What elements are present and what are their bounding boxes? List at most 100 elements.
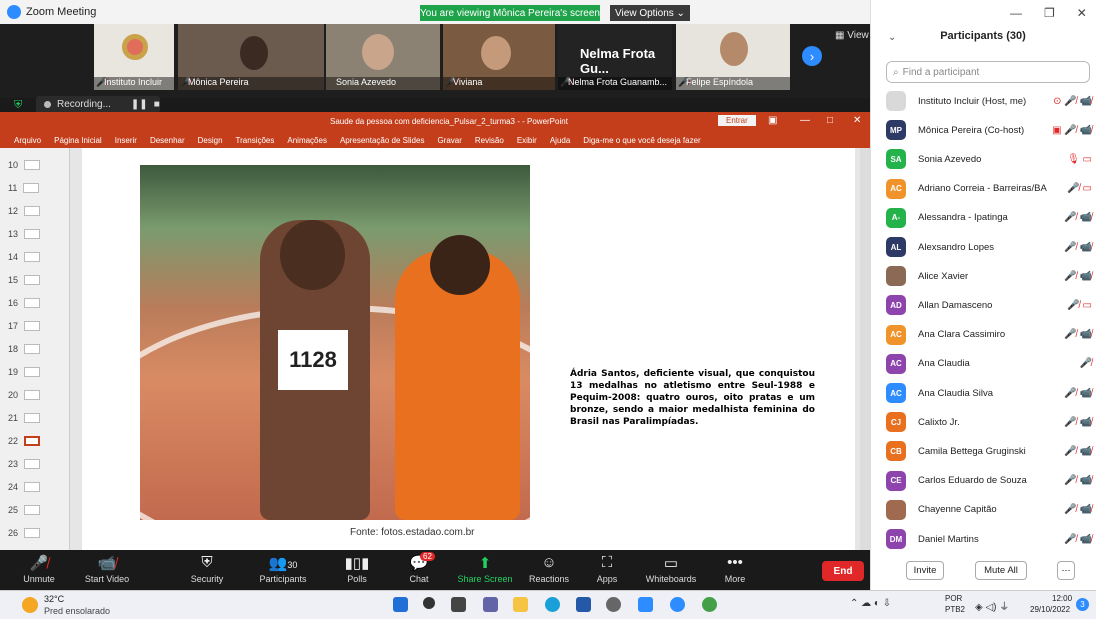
ribbon-tab[interactable]: Revisão xyxy=(475,136,504,145)
slide-thumbnail[interactable]: 14 xyxy=(8,248,64,266)
ppt-minimize-icon[interactable]: — xyxy=(800,115,810,126)
whiteboards-button[interactable]: ▭ Whiteboards xyxy=(636,554,706,584)
video-tile[interactable]: 🎤̸ Viviana xyxy=(443,24,555,90)
slide-thumbnail[interactable]: 10 xyxy=(8,156,64,174)
more-options-icon[interactable]: ⋯ xyxy=(1057,561,1075,580)
slide-thumbnail[interactable]: 19 xyxy=(8,363,64,381)
slide-thumbnail[interactable]: 20 xyxy=(8,386,64,404)
slide-thumbnail[interactable]: 17 xyxy=(8,317,64,335)
participants-button[interactable]: 👥30 Participants xyxy=(248,554,318,584)
vertical-scrollbar[interactable] xyxy=(860,148,870,550)
next-page-icon[interactable]: › xyxy=(802,46,822,66)
participant-row[interactable]: CJ Calixto Jr. 🎤̸ 📹̸ xyxy=(886,409,1092,435)
slide-thumbnail[interactable]: 18 xyxy=(8,340,64,358)
ribbon-tab[interactable]: Exibir xyxy=(517,136,537,145)
network-volume-icons[interactable]: ◈ ◁) ⏚ xyxy=(975,598,1009,613)
participant-row[interactable]: Instituto Incluir (Host, me) ⊙ 🎤̸ 📹̸ xyxy=(886,88,1092,114)
start-icon[interactable] xyxy=(393,597,408,612)
slide-thumbnail[interactable]: 26 xyxy=(8,524,64,542)
ribbon-tab[interactable]: Ajuda xyxy=(550,136,570,145)
ppt-maximize-icon[interactable]: □ xyxy=(827,115,833,126)
invite-button[interactable]: Invite xyxy=(906,561,944,580)
slide-thumbnail[interactable]: 16 xyxy=(8,294,64,312)
slide-thumbnails[interactable]: 10 11 12 13 14 15 16 17 18 19 20 21 22 23 24 25 26 xyxy=(0,148,70,550)
system-tray-icons[interactable]: ⌃ ☁ ◐ ⇩ xyxy=(850,598,891,609)
share-screen-button[interactable]: ⬆ Share Screen xyxy=(450,554,520,584)
slide-thumbnail[interactable]: 12 xyxy=(8,202,64,220)
participant-row[interactable]: CB Camila Bettega Gruginski 🎤̸ 📹̸ xyxy=(886,438,1092,464)
participant-row[interactable]: AC Ana Claudia 🎤̸ xyxy=(886,351,1092,377)
keyboard-layout[interactable]: PTB2 xyxy=(945,605,965,614)
participant-row[interactable]: CE Carlos Eduardo de Souza 🎤̸ 📹̸ xyxy=(886,468,1092,494)
ribbon-tab[interactable]: Inserir xyxy=(115,136,137,145)
video-tile[interactable]: 🎤̸ Instituto Incluir xyxy=(94,24,174,90)
video-tile[interactable]: Sonia Azevedo xyxy=(326,24,440,90)
chrome-icon[interactable] xyxy=(702,597,717,612)
ppt-close-icon[interactable]: ✕ xyxy=(853,115,861,126)
file-explorer-icon[interactable] xyxy=(513,597,528,612)
ribbon-tab[interactable]: Diga-me o que você deseja fazer xyxy=(583,136,700,145)
slide-thumbnail[interactable]: 13 xyxy=(8,225,64,243)
ribbon-tab[interactable]: Gravar xyxy=(437,136,461,145)
end-meeting-button[interactable]: End xyxy=(822,561,864,581)
slide-thumbnail[interactable]: 24 xyxy=(8,478,64,496)
mute-all-button[interactable]: Mute All xyxy=(975,561,1027,580)
slide-thumbnail[interactable]: 11 xyxy=(8,179,64,197)
ribbon-tab[interactable]: Página Inicial xyxy=(54,136,102,145)
chat-button[interactable]: 💬 Chat xyxy=(384,554,454,584)
participant-row[interactable]: Chayenne Capitão 🎤̸ 📹̸ xyxy=(886,497,1092,523)
ppt-signin-button[interactable]: Entrar xyxy=(718,115,756,126)
participant-row[interactable]: AC Ana Claudia Silva 🎤̸ 📹̸ xyxy=(886,380,1092,406)
ribbon-tab[interactable]: Animações xyxy=(287,136,327,145)
participant-row[interactable]: A- Alessandra - Ipatinga 🎤̸ 📹̸ xyxy=(886,205,1092,231)
participant-row[interactable]: DM Daniel Martins 🎤̸ 📹̸ xyxy=(886,526,1092,552)
minimize-icon[interactable]: — xyxy=(1010,6,1022,20)
ribbon-tab[interactable]: Apresentação de Slides xyxy=(340,136,425,145)
sun-icon[interactable] xyxy=(22,597,38,613)
close-icon[interactable]: ✕ xyxy=(1077,6,1087,20)
video-tile[interactable]: Nelma Frota Gu... 🎤̸ Nelma Frota Guanamb… xyxy=(558,24,672,90)
clock-date[interactable]: 29/10/2022 xyxy=(1030,605,1070,614)
video-tile[interactable]: 🎤̸ Mônica Pereira xyxy=(178,24,324,90)
slide-thumbnail[interactable]: 15 xyxy=(8,271,64,289)
ribbon-tab[interactable]: Design xyxy=(198,136,223,145)
participant-row[interactable]: SA Sonia Azevedo 🎙 ▭ xyxy=(886,146,1092,172)
search-input[interactable]: ⌕ Find a participant xyxy=(886,61,1090,83)
edge-icon[interactable] xyxy=(545,597,560,612)
pause-recording-icon[interactable]: ❚❚ xyxy=(131,99,148,110)
participant-row[interactable]: AC Adriano Correia - Barreiras/BA 🎤̸ ▭ xyxy=(886,176,1092,202)
slide-thumbnail[interactable]: 25 xyxy=(8,501,64,519)
apps-button[interactable]: ⛶ Apps xyxy=(572,554,642,584)
more-button[interactable]: ••• More xyxy=(700,554,770,584)
participant-row[interactable]: Alice Xavier 🎤̸ 📹̸ xyxy=(886,263,1092,289)
video-tile[interactable]: 🎤̸ Felipe Espíndola xyxy=(676,24,790,90)
teams-icon[interactable] xyxy=(483,597,498,612)
app-icon[interactable] xyxy=(638,597,653,612)
store-icon[interactable] xyxy=(576,597,591,612)
view-options-button[interactable]: View Options ⌄ xyxy=(610,5,690,21)
polls-button[interactable]: ▮▯▮ Polls xyxy=(322,554,392,584)
notification-badge[interactable]: 3 xyxy=(1076,598,1089,611)
clock-time[interactable]: 12:00 xyxy=(1052,594,1072,603)
view-button[interactable]: ▦ View xyxy=(835,30,869,41)
slide-thumbnail[interactable]: 21 xyxy=(8,409,64,427)
slide-thumbnail[interactable]: 22 xyxy=(8,432,64,450)
task-view-icon[interactable] xyxy=(451,597,466,612)
unmute-button[interactable]: 🎤̸ Unmute xyxy=(4,554,74,584)
stop-recording-icon[interactable]: ■ xyxy=(154,99,160,110)
start-video-button[interactable]: 📹̸ Start Video xyxy=(72,554,142,584)
security-button[interactable]: ⛨ Security xyxy=(172,554,242,584)
participant-row[interactable]: AC Ana Clara Cassimiro 🎤̸ 📹̸ xyxy=(886,322,1092,348)
participant-row[interactable]: AL Alexsandro Lopes 🎤̸ 📹̸ xyxy=(886,234,1092,260)
participant-row[interactable]: AD Allan Damasceno 🎤̸ ▭ xyxy=(886,292,1092,318)
ribbon-tab[interactable]: Desenhar xyxy=(150,136,185,145)
ribbon-tab[interactable]: Arquivo xyxy=(14,136,41,145)
restore-icon[interactable]: ❐ xyxy=(1044,6,1055,20)
search-taskbar-icon[interactable] xyxy=(423,597,435,609)
ribbon-tab[interactable]: Transições xyxy=(236,136,275,145)
participant-row[interactable]: MP Mônica Pereira (Co-host) ▣ 🎤̸ 📹̸ xyxy=(886,117,1092,143)
zoom-taskbar-icon[interactable] xyxy=(670,597,685,612)
slide-thumbnail[interactable]: 23 xyxy=(8,455,64,473)
ppt-ribbon-display-icon[interactable]: ▣ xyxy=(768,115,777,126)
settings-icon[interactable] xyxy=(606,597,621,612)
